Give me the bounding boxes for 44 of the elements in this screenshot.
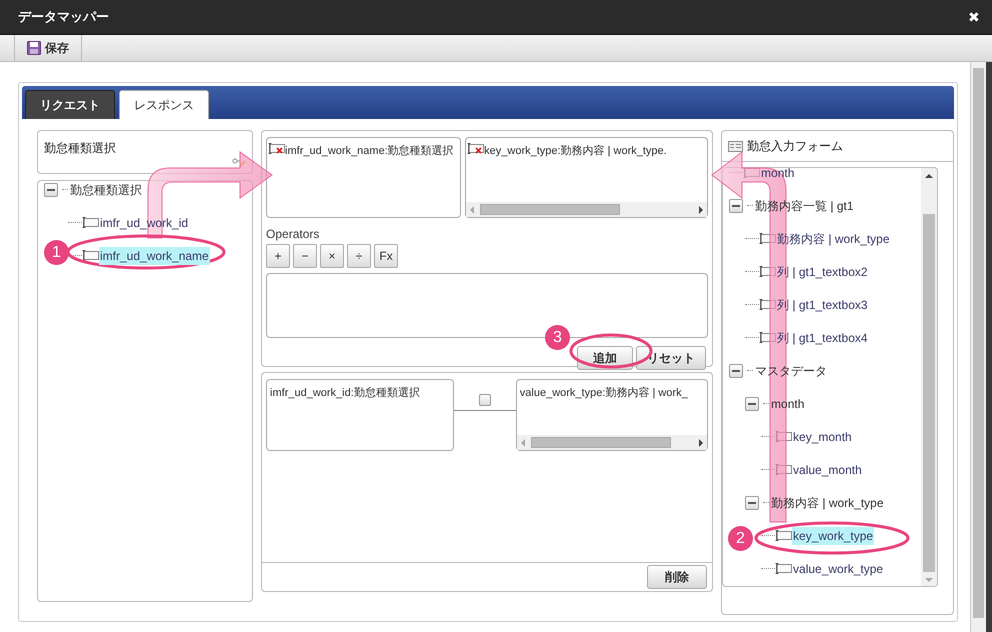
collapse-toggle[interactable] [729,364,744,378]
tab[interactable]: リクエスト [25,90,115,119]
checkbox[interactable] [479,394,492,406]
window-scrollbar[interactable] [970,62,986,632]
close-button[interactable]: ✖ [968,10,980,24]
tree-item[interactable]: key_work_type [792,526,874,544]
collapse-toggle[interactable] [745,396,760,410]
collapse-toggle[interactable] [745,496,760,510]
tree-item[interactable]: 列 | gt1_textbox2 [776,262,869,280]
delete-button[interactable]: 削除 [647,565,708,589]
tab[interactable]: レスポンス [119,90,209,119]
source-title: 勤怠種類選択 [44,141,116,155]
textbox-x-icon [268,143,286,154]
mapping-target-text: value_work_type:勤務内容 | work_ [520,387,688,399]
tree-item[interactable]: value_month [792,460,863,478]
window-title: データマッパー [18,8,109,26]
collapse-toggle[interactable] [729,198,744,212]
collapse-toggle[interactable] [44,182,58,196]
tree-node-label[interactable]: 勤怠種類選択 [70,181,142,198]
horizontal-scrollbar[interactable] [516,435,708,450]
operator-button[interactable]: + [266,244,290,268]
tree-item[interactable]: imfr_ud_work_name [99,246,210,264]
form-icon [728,140,744,152]
operator-button[interactable]: − [293,244,318,268]
target-field-text: key_work_type:勤務内容 | work_type. [484,144,667,159]
target-title: 勤怠入力フォーム [747,138,844,155]
tree-item[interactable]: month [760,168,796,182]
tree-item[interactable]: 列 | gt1_textbox4 [776,328,869,346]
textbox-x-icon [467,143,484,154]
tree-item[interactable]: 勤務内容 | work_type [776,230,891,248]
operator-button[interactable]: ÷ [347,244,372,268]
operators-label: Operators [266,226,320,243]
operator-button[interactable]: × [320,244,344,268]
mapping-source-text: imfr_ud_work_id:勤怠種類選択 [270,387,420,399]
source-field-text: imfr_ud_work_name:勤怠種類選択 [285,144,454,159]
tree-node-label[interactable]: 勤務内容一覧 | gt1 [755,196,854,214]
tree-node-label[interactable]: マスタデータ [755,362,828,380]
tree-item[interactable]: value_work_type [792,560,884,578]
operator-button[interactable]: Fx [374,244,398,268]
tree-item[interactable]: 列 | gt1_textbox3 [776,296,869,314]
save-button[interactable]: 保存 [14,35,82,61]
horizontal-scrollbar[interactable] [466,202,708,217]
vertical-scrollbar[interactable] [921,168,938,586]
tree-item[interactable]: key_month [792,428,853,446]
